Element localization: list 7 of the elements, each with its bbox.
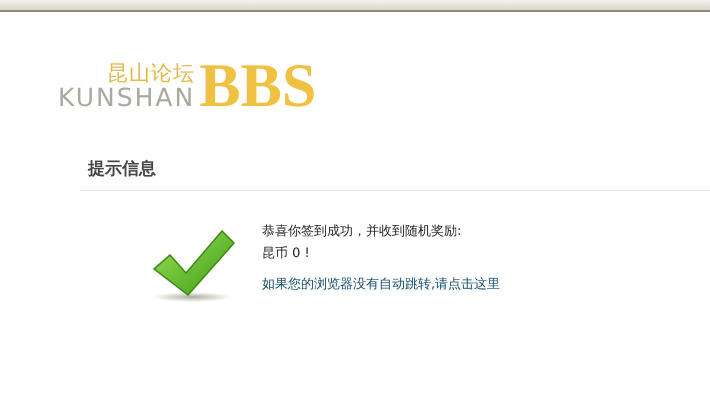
logo-chinese-text: 昆山论坛 xyxy=(107,62,196,84)
notice-title: 提示信息 xyxy=(88,158,157,181)
logo-bbs-text: BBS xyxy=(199,60,316,112)
logo-latin-text: KUNSHAN xyxy=(58,84,196,112)
success-message: 恭喜你签到成功，并收到随机奖励: xyxy=(262,223,462,241)
redirect-link[interactable]: 如果您的浏览器没有自动跳转,请点击这里 xyxy=(262,275,500,293)
reward-text: 昆币 0 ! xyxy=(262,245,310,263)
